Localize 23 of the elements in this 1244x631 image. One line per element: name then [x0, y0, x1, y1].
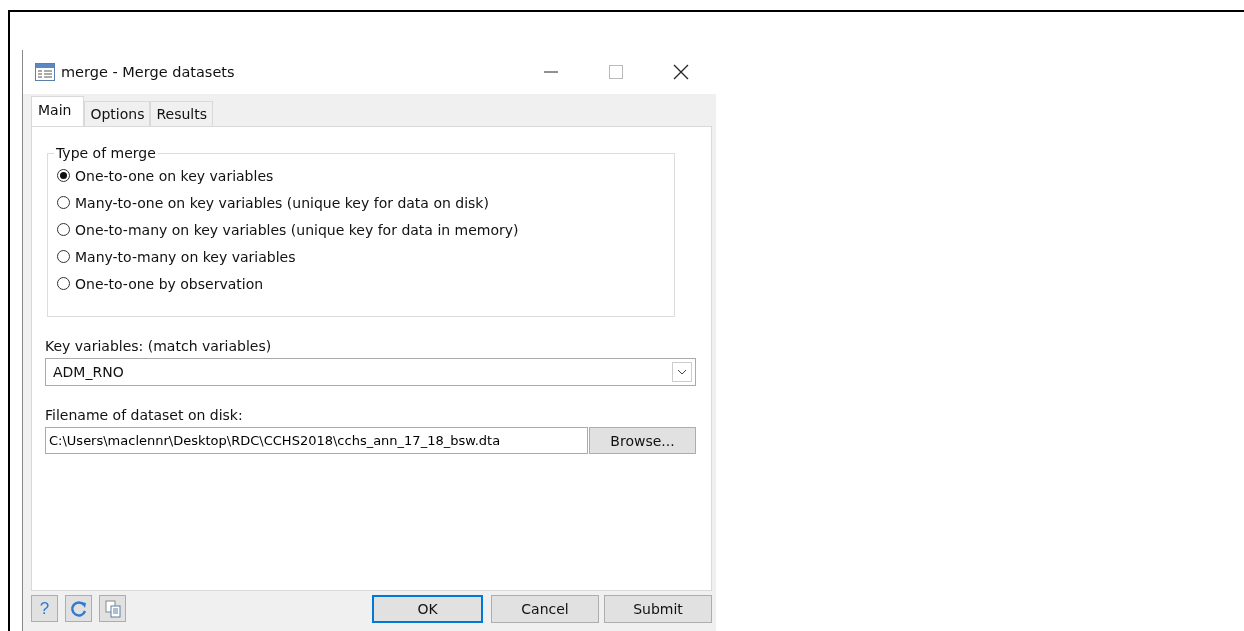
radio-label[interactable]: Many-to-many on key variables [75, 248, 296, 265]
close-icon[interactable] [673, 64, 689, 80]
key-variables-dropdown[interactable]: ADM_RNO [45, 358, 696, 386]
filename-field[interactable]: C:\Users\maclennr\Desktop\RDC\CCHS2018\cchs_ann_17_18_bsw.dta [45, 427, 588, 454]
browse-button[interactable]: Browse... [589, 427, 696, 454]
tab[interactable]: Options [84, 101, 151, 126]
window-icon [35, 63, 55, 81]
refresh-icon [69, 599, 88, 618]
group-title: Type of merge [54, 145, 158, 161]
window-title: merge - Merge datasets [61, 64, 236, 80]
radio-label[interactable]: One-to-one by observation [75, 275, 264, 292]
tab[interactable]: Results [150, 101, 213, 126]
radio-label[interactable]: Many-to-one on key variables (unique key for data on disk) [75, 194, 489, 211]
field-label: Key variables: (match variables) [45, 338, 273, 356]
reset-button[interactable] [65, 595, 92, 622]
dialog-button[interactable]: Cancel [491, 595, 599, 623]
radio-label[interactable]: One-to-many on key variables (unique key for data in memory) [75, 221, 519, 238]
copy-icon [103, 599, 122, 618]
radio-label[interactable]: One-to-one on key variables [75, 167, 274, 184]
tab[interactable]: Main [31, 96, 85, 126]
field-label: Filename of dataset on disk: [45, 407, 244, 425]
dialog-button[interactable]: OK [372, 595, 483, 623]
dialog-button[interactable]: Submit [604, 595, 712, 623]
